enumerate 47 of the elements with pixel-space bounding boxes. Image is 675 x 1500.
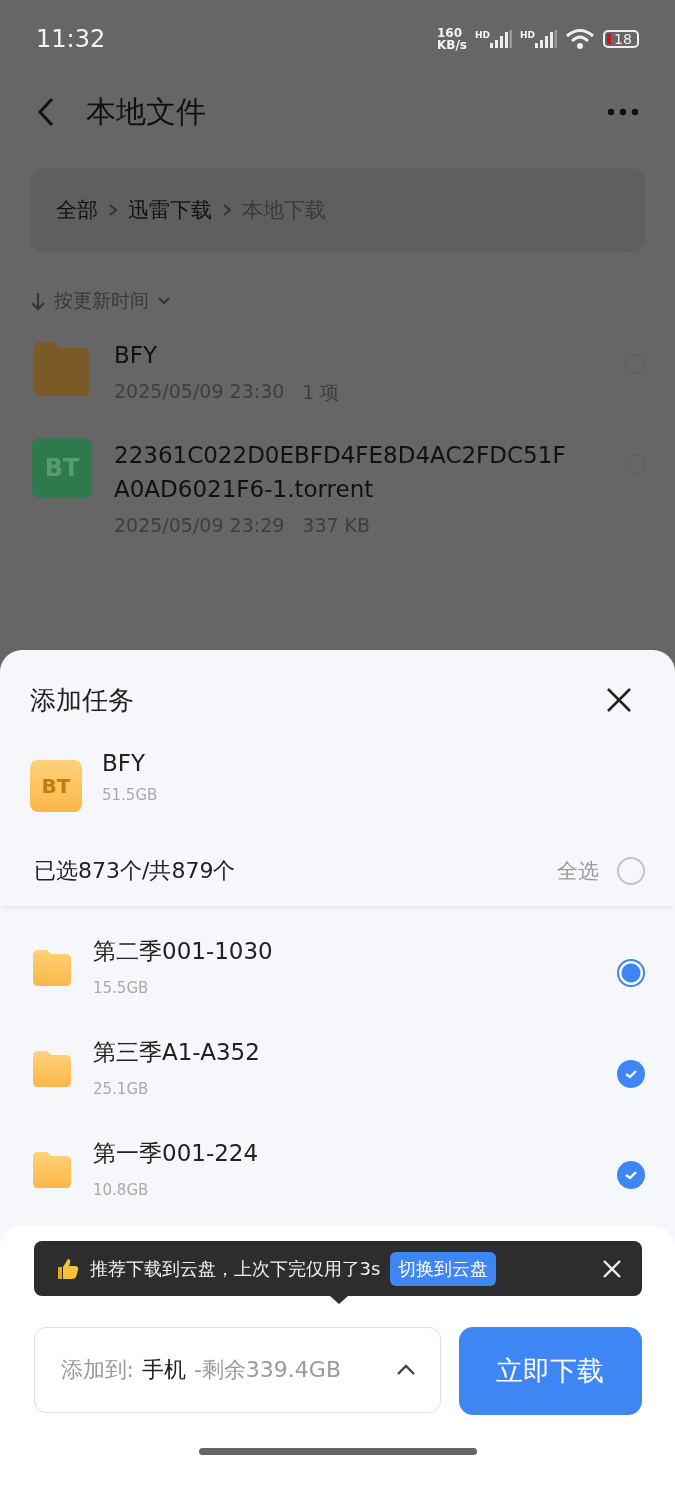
back-icon[interactable] bbox=[36, 96, 56, 128]
download-button[interactable]: 立即下载 bbox=[458, 1327, 642, 1415]
signal-icon bbox=[490, 30, 512, 48]
battery-icon: 18 bbox=[603, 30, 639, 48]
torrent-folder-icon: BT bbox=[30, 760, 82, 812]
select-all-checkbox[interactable] bbox=[617, 857, 645, 885]
check-icon bbox=[624, 1169, 638, 1180]
wifi-icon bbox=[565, 28, 595, 50]
down-arrow-icon bbox=[30, 291, 46, 311]
file-name[interactable]: 22361C022D0EBFD4FE8D4AC2FDC51FA0AD6021F6-1.torrent bbox=[114, 438, 576, 506]
sheet-title: 添加任务 bbox=[30, 683, 134, 717]
network-speed: 160 KB/s bbox=[437, 27, 467, 51]
network-type-label: HD bbox=[520, 30, 535, 40]
folder-name[interactable]: 第二季001-1030 bbox=[93, 936, 595, 967]
folder-size: 10.8GB bbox=[93, 1181, 150, 1199]
select-all-label[interactable]: 全选 bbox=[557, 857, 599, 885]
thumbs-up-icon bbox=[55, 1256, 80, 1281]
task-size: 51.5GB bbox=[102, 786, 158, 804]
chevron-icon bbox=[222, 202, 232, 218]
more-icon[interactable] bbox=[607, 108, 639, 116]
chevron-icon bbox=[108, 202, 118, 218]
selection-summary: 已选873个/共879个 bbox=[34, 857, 237, 885]
network-type-label: HD bbox=[474, 30, 490, 40]
folder-icon bbox=[33, 1151, 71, 1188]
signal-icon bbox=[535, 30, 557, 48]
close-icon[interactable] bbox=[605, 686, 633, 714]
clock-time: 11:32 bbox=[36, 25, 106, 53]
task-name: BFY bbox=[102, 750, 147, 776]
folder-size: 25.1GB bbox=[93, 1080, 150, 1098]
folder-name[interactable]: 第三季A1-A352 bbox=[93, 1037, 595, 1068]
checkbox[interactable] bbox=[617, 1059, 645, 1088]
checkbox[interactable] bbox=[617, 1160, 645, 1189]
folder-icon bbox=[33, 1050, 71, 1087]
switch-button[interactable]: 切换到云盘 bbox=[390, 1251, 497, 1286]
destination-selector[interactable]: 添加到: 手机 -剩余339.4GB bbox=[33, 1327, 441, 1413]
check-icon bbox=[624, 1068, 638, 1079]
file-name[interactable]: BFY bbox=[114, 338, 576, 372]
folder-size: 15.5GB bbox=[93, 979, 150, 997]
breadcrumb-item[interactable]: 全部 bbox=[56, 196, 98, 224]
page-title: 本地文件 bbox=[86, 92, 207, 131]
caret-icon bbox=[395, 1364, 416, 1376]
checkbox[interactable] bbox=[617, 958, 645, 987]
folder-name[interactable]: 第一季001-224 bbox=[93, 1138, 595, 1169]
caret-icon bbox=[157, 296, 171, 306]
tooltip-text: 推荐下载到云盘，上次下完仅用了3s bbox=[89, 1256, 381, 1281]
breadcrumb-item[interactable]: 迅雷下载 bbox=[128, 196, 212, 224]
folder-icon bbox=[33, 949, 71, 986]
